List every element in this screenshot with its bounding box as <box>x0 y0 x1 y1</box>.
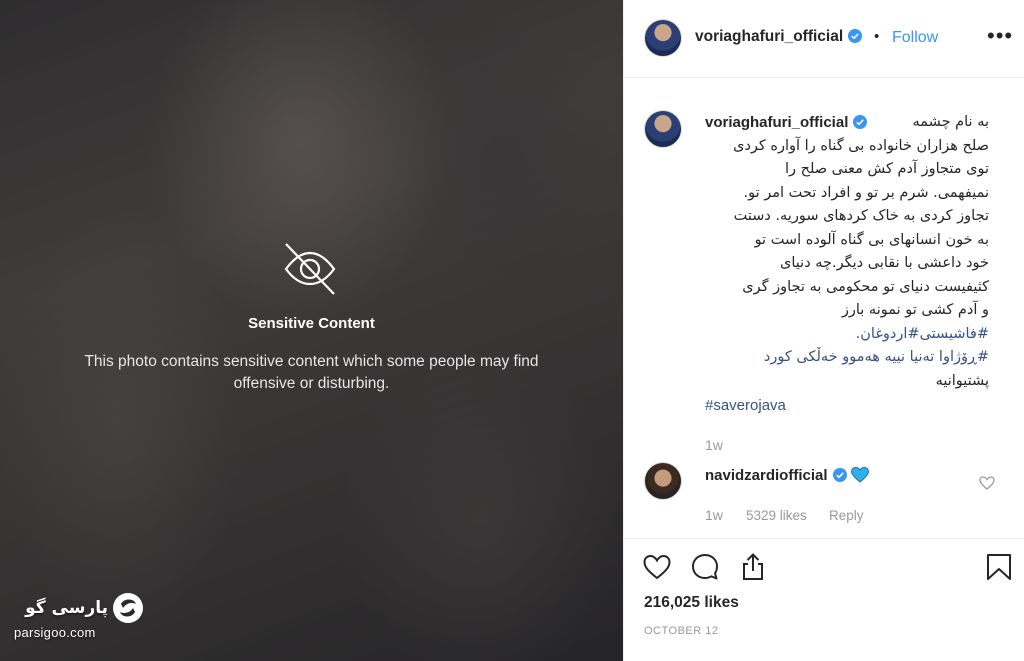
caption-line: و آدم کشی تو نمونه بارز <box>841 302 989 318</box>
caption-line: کثیفیست دنیای تو محکومی به تجاوز گری <box>742 278 989 295</box>
post-header: voriaghafuri_official • Follow ••• <box>624 0 1024 78</box>
verified-badge-icon <box>832 468 847 482</box>
reply-button[interactable]: Reply <box>829 508 864 523</box>
sensitive-description: This photo contains sensitive content wh… <box>84 353 539 392</box>
reply-username[interactable]: navidzardiofficial <box>705 467 828 484</box>
avatar[interactable] <box>644 19 682 57</box>
caption-hashtag-line[interactable]: #فاشیستی#اردوغان. <box>699 323 989 347</box>
caption-line: تجاوز کردی به خاک کردهای سوریه. دستت <box>733 208 989 224</box>
caption-line: صلح هزاران خانواده بی گناه را آواره کردی <box>733 137 989 154</box>
header-username-wrap: voriaghafuri_official <box>695 28 863 46</box>
caption-line: به خون انسانهای بی گناه آلوده است تو <box>754 231 989 248</box>
caption-line: خود داعشی با نقابی دیگر.چه دنیای <box>780 255 989 271</box>
watermark-text-fa: پارسی گو <box>25 598 108 618</box>
sensitive-title: Sensitive Content <box>248 315 375 332</box>
caption-time[interactable]: 1w <box>705 437 723 453</box>
reply-likes[interactable]: 5329 likes <box>746 508 807 523</box>
caption-kurdish-line[interactable]: #ڕۆژاوا تەنیا نییە هەموو خەڵکی کورد <box>699 346 989 370</box>
watermark: پارسی گو parsigoo.com <box>14 592 144 642</box>
heart-icon[interactable] <box>642 552 672 582</box>
more-options-icon[interactable]: ••• <box>987 25 1013 47</box>
header-username[interactable]: voriaghafuri_official <box>695 28 843 45</box>
follow-button[interactable]: Follow <box>892 29 938 47</box>
post-media[interactable]: Sensitive Content This photo contains se… <box>0 0 623 661</box>
verified-badge-icon <box>853 115 868 129</box>
post-date[interactable]: OCTOBER 12 <box>644 625 719 637</box>
reply-time[interactable]: 1w <box>705 507 723 523</box>
caption-username-wrap: voriaghafuri_official <box>705 114 874 131</box>
bookmark-icon[interactable] <box>984 552 1014 582</box>
avatar[interactable] <box>644 110 682 148</box>
eye-slash-icon <box>284 243 336 295</box>
reply-username-wrap: navidzardiofficial <box>705 467 869 484</box>
post-sidebar: voriaghafuri_official • Follow ••• به نا… <box>623 0 1024 661</box>
header-separator: • <box>874 28 880 45</box>
share-icon[interactable] <box>738 552 768 582</box>
watermark-text-en: parsigoo.com <box>14 625 96 640</box>
caption-username[interactable]: voriaghafuri_official <box>705 114 848 131</box>
comment-icon[interactable] <box>690 552 720 582</box>
post-actions: 216,025 likes OCTOBER 12 <box>624 538 1024 661</box>
caption-kurdish-line: پشتیوانیە <box>935 372 989 389</box>
caption-hashtag[interactable]: #saverojava <box>705 397 786 414</box>
avatar[interactable] <box>644 462 682 500</box>
verified-badge-icon <box>848 29 863 43</box>
parsigoo-logo-icon <box>113 593 143 623</box>
comment-like-heart-icon[interactable] <box>978 475 996 491</box>
caption-line: نمیفهمی. شرم بر تو و افراد تحت امر تو. <box>743 184 989 201</box>
caption-text: به نام چشمه صلح هزاران خانواده بی گناه ر… <box>699 111 989 393</box>
likes-count[interactable]: 216,025 likes <box>644 594 739 612</box>
comments-list[interactable]: به نام چشمه صلح هزاران خانواده بی گناه ر… <box>624 79 1024 539</box>
caption-line: توی متجاوز آدم کش معنی صلح را <box>784 161 989 177</box>
blue-heart-emoji-icon <box>850 467 869 483</box>
